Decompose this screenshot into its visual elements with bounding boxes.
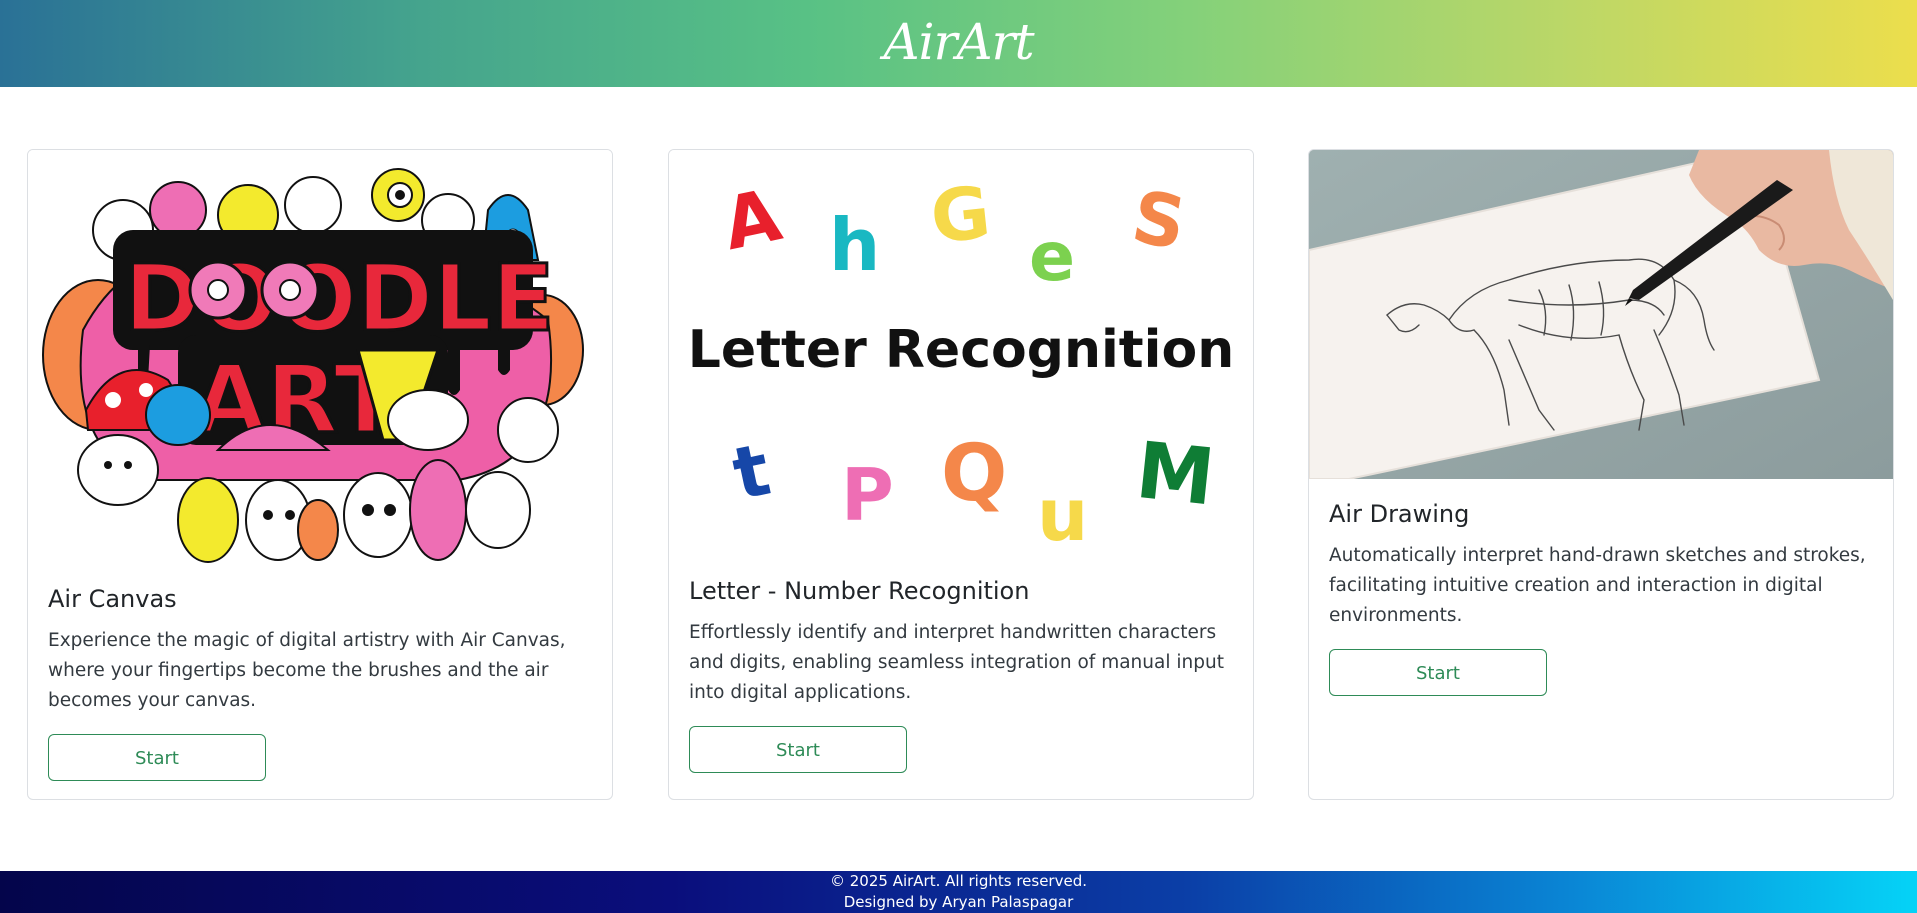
- card-title: Air Drawing: [1329, 500, 1470, 528]
- copyright-text: © 2025 AirArt. All rights reserved.: [829, 872, 1087, 890]
- feature-cards: DOODLE ART Air Canvas Experience the mag…: [27, 149, 1894, 800]
- card-letter-recognition: A h G e S Letter Recognition t P Q u M L…: [668, 149, 1254, 800]
- letter-p: P: [841, 453, 894, 537]
- card-description: Effortlessly identify and interpret hand…: [689, 621, 1224, 703]
- card-title: Air Canvas: [48, 585, 177, 613]
- card-description: Automatically interpret hand-drawn sketc…: [1329, 544, 1866, 626]
- start-letter-recognition-button[interactable]: Start: [689, 725, 907, 773]
- card-body: Air Canvas Experience the magic of digit…: [28, 585, 612, 781]
- start-air-drawing-button[interactable]: Start: [1329, 648, 1547, 696]
- letter-e: e: [1029, 218, 1075, 297]
- letter-s: S: [1126, 174, 1192, 266]
- letter-t: t: [726, 427, 777, 516]
- letter-q: Q: [941, 429, 1007, 519]
- letter-g: G: [927, 170, 995, 260]
- start-air-canvas-button[interactable]: Start: [48, 733, 266, 781]
- card-body: Letter - Number Recognition Effortlessly…: [669, 577, 1253, 773]
- doodle-art-image: DOODLE ART: [28, 150, 612, 564]
- designer-credit: Designed by Aryan Palaspagar: [843, 893, 1074, 911]
- site-header: AirArt: [0, 0, 1917, 87]
- letter-h: h: [829, 203, 880, 287]
- card-title: Letter - Number Recognition: [689, 577, 1030, 605]
- horse-sketch-photo: [1309, 150, 1893, 479]
- site-logo[interactable]: AirArt: [883, 17, 1034, 67]
- card-air-drawing: Air Drawing Automatically interpret hand…: [1308, 149, 1894, 800]
- letter-recognition-heading: Letter Recognition: [688, 320, 1234, 380]
- letter-u: u: [1037, 473, 1088, 557]
- letter-a: A: [716, 172, 788, 266]
- site-footer: © 2025 AirArt. All rights reserved. Desi…: [0, 871, 1917, 913]
- card-air-canvas: DOODLE ART Air Canvas Experience the mag…: [27, 149, 613, 800]
- card-description: Experience the magic of digital artistry…: [48, 629, 566, 711]
- letter-recognition-image: A h G e S Letter Recognition t P Q u M: [669, 150, 1253, 558]
- letter-m: M: [1132, 426, 1219, 524]
- card-body: Air Drawing Automatically interpret hand…: [1309, 500, 1893, 696]
